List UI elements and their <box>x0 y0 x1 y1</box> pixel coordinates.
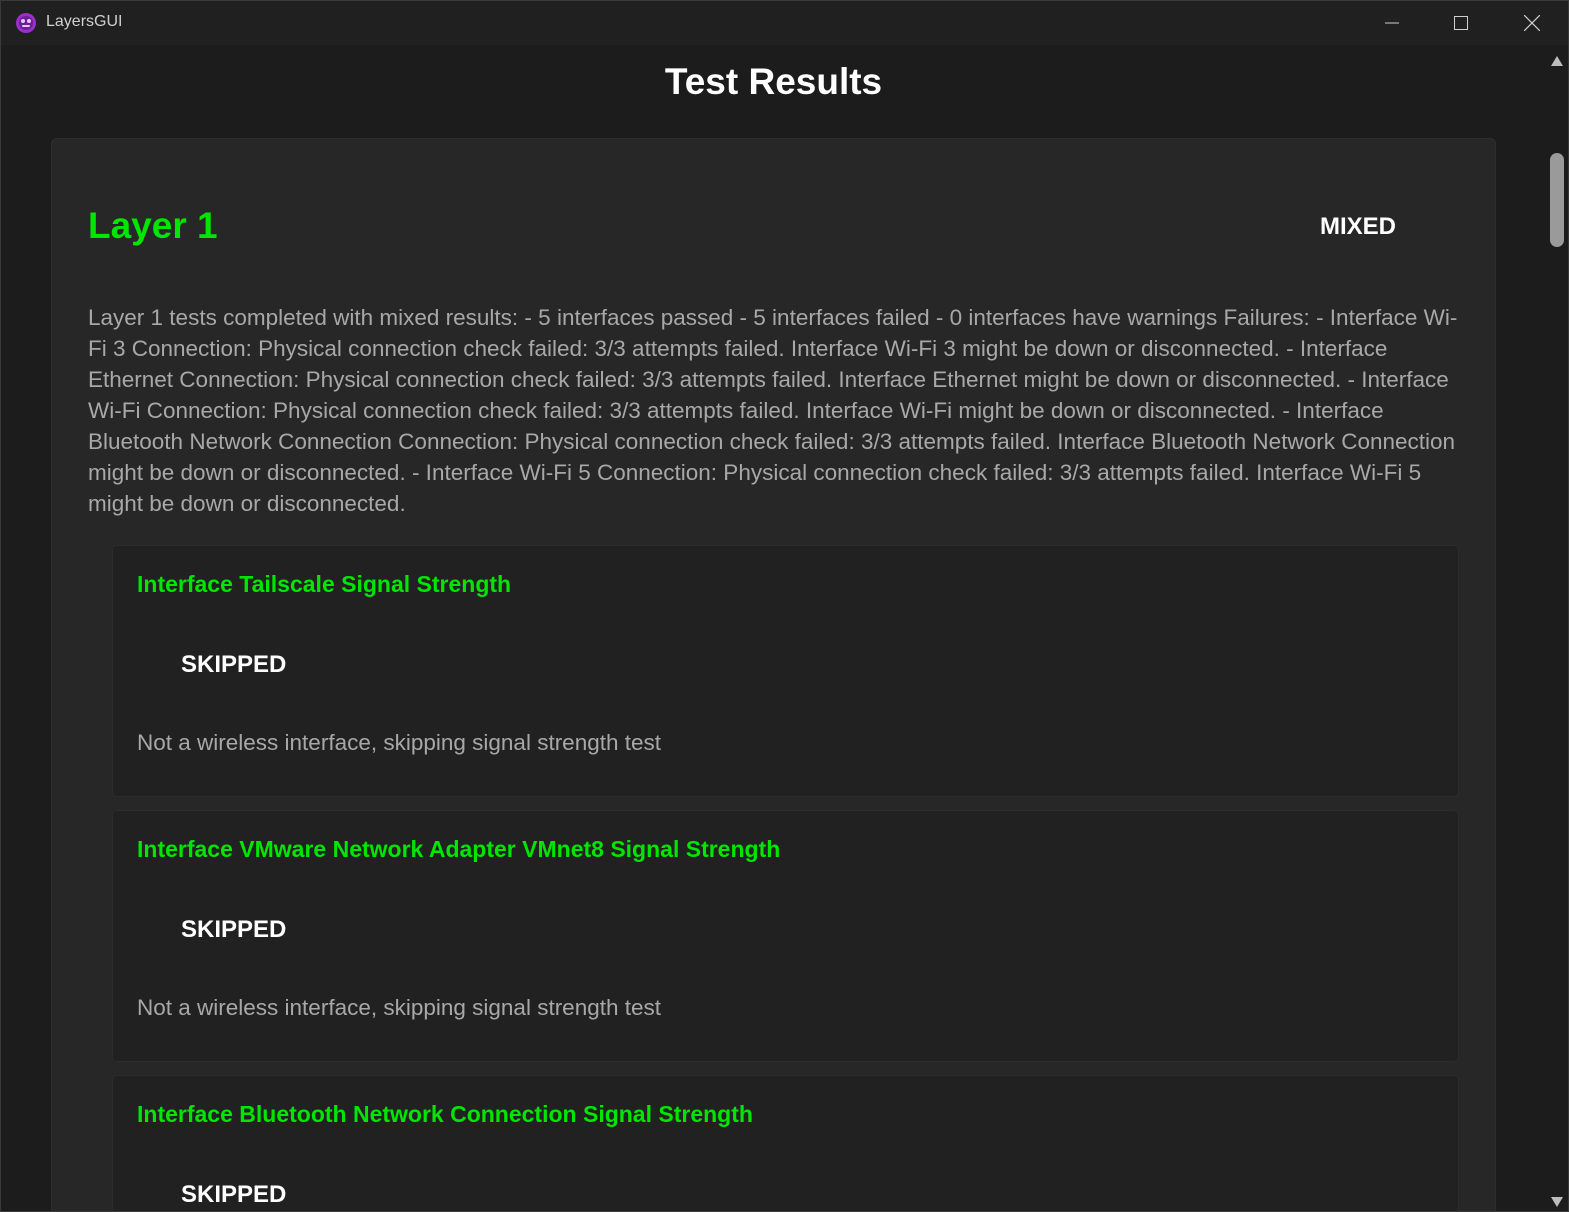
maximize-button[interactable] <box>1426 1 1496 45</box>
vertical-scrollbar[interactable] <box>1546 45 1568 1211</box>
test-name: Interface Tailscale Signal Strength <box>137 571 512 597</box>
test-result-card: Interface VMware Network Adapter VMnet8 … <box>112 810 1459 1062</box>
test-message: Not a wireless interface, skipping signa… <box>137 995 662 1020</box>
layer-status-badge: MIXED <box>1320 213 1397 240</box>
layer-summary: Layer 1 tests completed with mixed resul… <box>88 305 1458 516</box>
test-status: SKIPPED <box>181 1181 287 1208</box>
test-result-card: Interface Bluetooth Network Connection S… <box>112 1075 1459 1211</box>
close-button[interactable] <box>1497 1 1567 45</box>
maximize-icon <box>1454 16 1468 30</box>
app-logo-icon <box>15 12 37 34</box>
results-scroll-area[interactable]: Test Results Layer 1 MIXED Layer 1 tests… <box>1 45 1546 1211</box>
layer-title: Layer 1 <box>88 205 218 246</box>
minimize-icon <box>1385 16 1399 30</box>
title-bar[interactable]: LayersGUI <box>1 1 1568 45</box>
test-result-card: Interface Tailscale Signal Strength SKIP… <box>112 545 1459 797</box>
scrollbar-thumb[interactable] <box>1550 153 1564 247</box>
test-status: SKIPPED <box>181 916 287 943</box>
test-name: Interface VMware Network Adapter VMnet8 … <box>137 836 781 862</box>
app-window: LayersGUI Test Results Layer 1 MIXED Lay… <box>0 0 1569 1212</box>
window-title: LayersGUI <box>46 13 123 30</box>
test-status: SKIPPED <box>181 651 287 678</box>
test-name: Interface Bluetooth Network Connection S… <box>137 1101 753 1127</box>
scroll-up-arrow-icon[interactable] <box>1550 52 1564 66</box>
scroll-down-arrow-icon[interactable] <box>1550 1193 1564 1207</box>
close-icon <box>1524 15 1540 31</box>
test-message: Not a wireless interface, skipping signa… <box>137 730 662 755</box>
page-title: Test Results <box>664 61 883 102</box>
minimize-button[interactable] <box>1357 1 1427 45</box>
layer-card: Layer 1 MIXED Layer 1 tests completed wi… <box>51 138 1496 1211</box>
